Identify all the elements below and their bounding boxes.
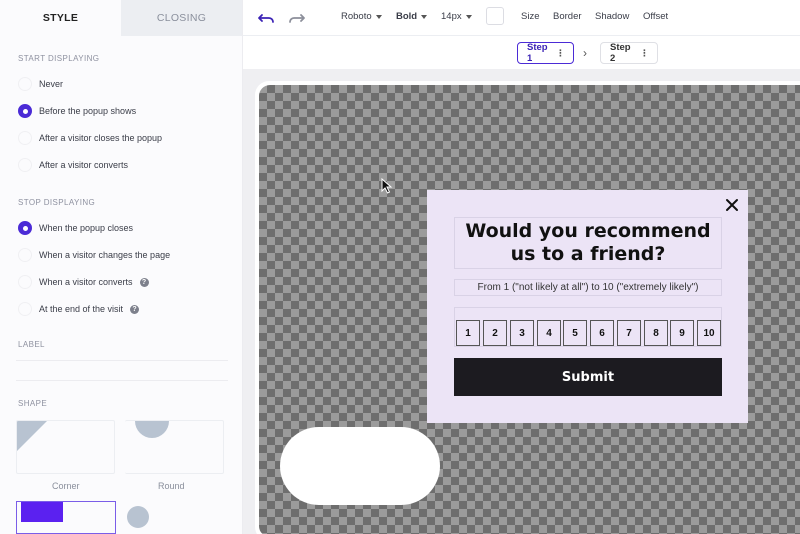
radio[interactable] (18, 275, 32, 289)
text-color-picker[interactable] (486, 7, 504, 25)
color-option-selected[interactable] (16, 501, 116, 534)
font-weight-select[interactable]: Bold (396, 11, 428, 22)
shape-round-option[interactable] (125, 420, 224, 474)
start-option-after-convert[interactable]: After a visitor converts (18, 158, 128, 172)
chevron-down-icon (465, 14, 472, 19)
popup-subline[interactable]: From 1 ("not likely at all") to 10 ("ext… (454, 279, 722, 296)
shape-corner-label: Corner (52, 481, 80, 491)
chevron-right-icon: › (583, 46, 587, 60)
more-icon[interactable]: ⋮ (556, 48, 565, 59)
popup-preview[interactable]: Would you recommend us to a friend? From… (427, 190, 748, 423)
stop-option-changes-page[interactable]: When a visitor changes the page (18, 248, 170, 262)
close-icon[interactable] (724, 197, 740, 213)
rating-option[interactable]: 5 (563, 320, 587, 346)
more-icon[interactable]: ⋮ (640, 48, 649, 59)
divider (16, 360, 228, 361)
shadow-button[interactable]: Shadow (595, 11, 629, 22)
radio[interactable] (18, 131, 32, 145)
option-label: Before the popup shows (39, 106, 137, 116)
font-weight-value: Bold (396, 11, 418, 22)
shape-section-title: SHAPE (18, 399, 48, 408)
rating-option[interactable]: 2 (483, 320, 507, 346)
start-option-before-popup[interactable]: Before the popup shows (18, 104, 136, 118)
rating-option[interactable]: 7 (617, 320, 641, 346)
option-label: After a visitor converts (39, 160, 129, 170)
stop-displaying-title: STOP DISPLAYING (18, 198, 96, 207)
step-label: Step 1 (527, 42, 548, 64)
rating-option[interactable]: 1 (456, 320, 480, 346)
rating-option[interactable]: 3 (510, 320, 534, 346)
steps-bar: Step 1 ⋮ › Step 2 ⋮ (243, 36, 800, 69)
editor-toolbar: Roboto Bold 14px Size Border Shadow Offs… (243, 0, 800, 36)
stop-option-end-of-visit[interactable]: At the end of the visit ? (18, 302, 140, 316)
option-label: Never (39, 79, 64, 89)
font-size-value: 14px (441, 11, 462, 22)
help-icon[interactable]: ? (139, 277, 149, 287)
radio[interactable] (18, 77, 32, 91)
start-displaying-title: START DISPLAYING (18, 54, 100, 63)
shape-corner-option[interactable] (16, 420, 115, 474)
round-swatch-icon[interactable] (127, 506, 149, 528)
offset-button[interactable]: Offset (643, 11, 668, 22)
chevron-down-icon (375, 14, 382, 19)
label-section-title: LABEL (18, 340, 45, 349)
stop-option-converts[interactable]: When a visitor converts ? (18, 275, 149, 289)
step-2-button[interactable]: Step 2 ⋮ (600, 42, 658, 64)
teaser-shape[interactable] (280, 427, 440, 505)
stop-option-popup-closes[interactable]: When the popup closes (18, 221, 133, 235)
help-icon[interactable]: ? (130, 304, 140, 314)
rating-option[interactable]: 10 (697, 320, 721, 346)
tab-closing[interactable]: CLOSING (121, 0, 242, 36)
font-family-select[interactable]: Roboto (341, 11, 382, 22)
shape-round-label: Round (158, 481, 185, 491)
redo-icon[interactable] (286, 9, 306, 27)
radio[interactable] (18, 302, 32, 316)
option-label: After a visitor closes the popup (39, 133, 163, 143)
option-label: When a visitor converts (39, 277, 133, 287)
rating-option[interactable]: 6 (590, 320, 614, 346)
radio[interactable] (18, 158, 32, 172)
border-button[interactable]: Border (553, 11, 582, 22)
rating-option[interactable]: 8 (644, 320, 668, 346)
option-label: When a visitor changes the page (39, 250, 171, 260)
submit-button[interactable]: Submit (454, 358, 722, 396)
mouse-cursor-icon (381, 178, 393, 194)
corner-shape-icon (17, 421, 47, 451)
popup-headline[interactable]: Would you recommend us to a friend? (454, 217, 722, 269)
radio[interactable] (18, 248, 32, 262)
radio-selected[interactable] (18, 104, 32, 118)
color-swatch (21, 502, 63, 522)
rating-option[interactable]: 9 (670, 320, 694, 346)
tab-style[interactable]: STYLE (0, 0, 121, 36)
settings-panel: STYLE CLOSING START DISPLAYING Never Bef… (0, 0, 243, 534)
panel-tabs: STYLE CLOSING (0, 0, 242, 36)
start-option-after-close[interactable]: After a visitor closes the popup (18, 131, 162, 145)
undo-icon[interactable] (257, 9, 277, 27)
size-button[interactable]: Size (521, 11, 539, 22)
rating-option[interactable]: 4 (537, 320, 561, 346)
chevron-down-icon (421, 14, 428, 19)
font-family-value: Roboto (341, 11, 372, 22)
rating-scale: 1 2 3 4 5 6 7 8 9 10 (454, 307, 722, 347)
round-shape-icon (135, 421, 169, 438)
option-label: When the popup closes (39, 223, 134, 233)
font-size-select[interactable]: 14px (441, 11, 472, 22)
radio-selected[interactable] (18, 221, 32, 235)
divider (16, 380, 228, 381)
option-label: At the end of the visit (39, 304, 124, 314)
step-1-button[interactable]: Step 1 ⋮ (517, 42, 574, 64)
step-label: Step 2 (610, 42, 631, 64)
start-option-never[interactable]: Never (18, 77, 63, 91)
